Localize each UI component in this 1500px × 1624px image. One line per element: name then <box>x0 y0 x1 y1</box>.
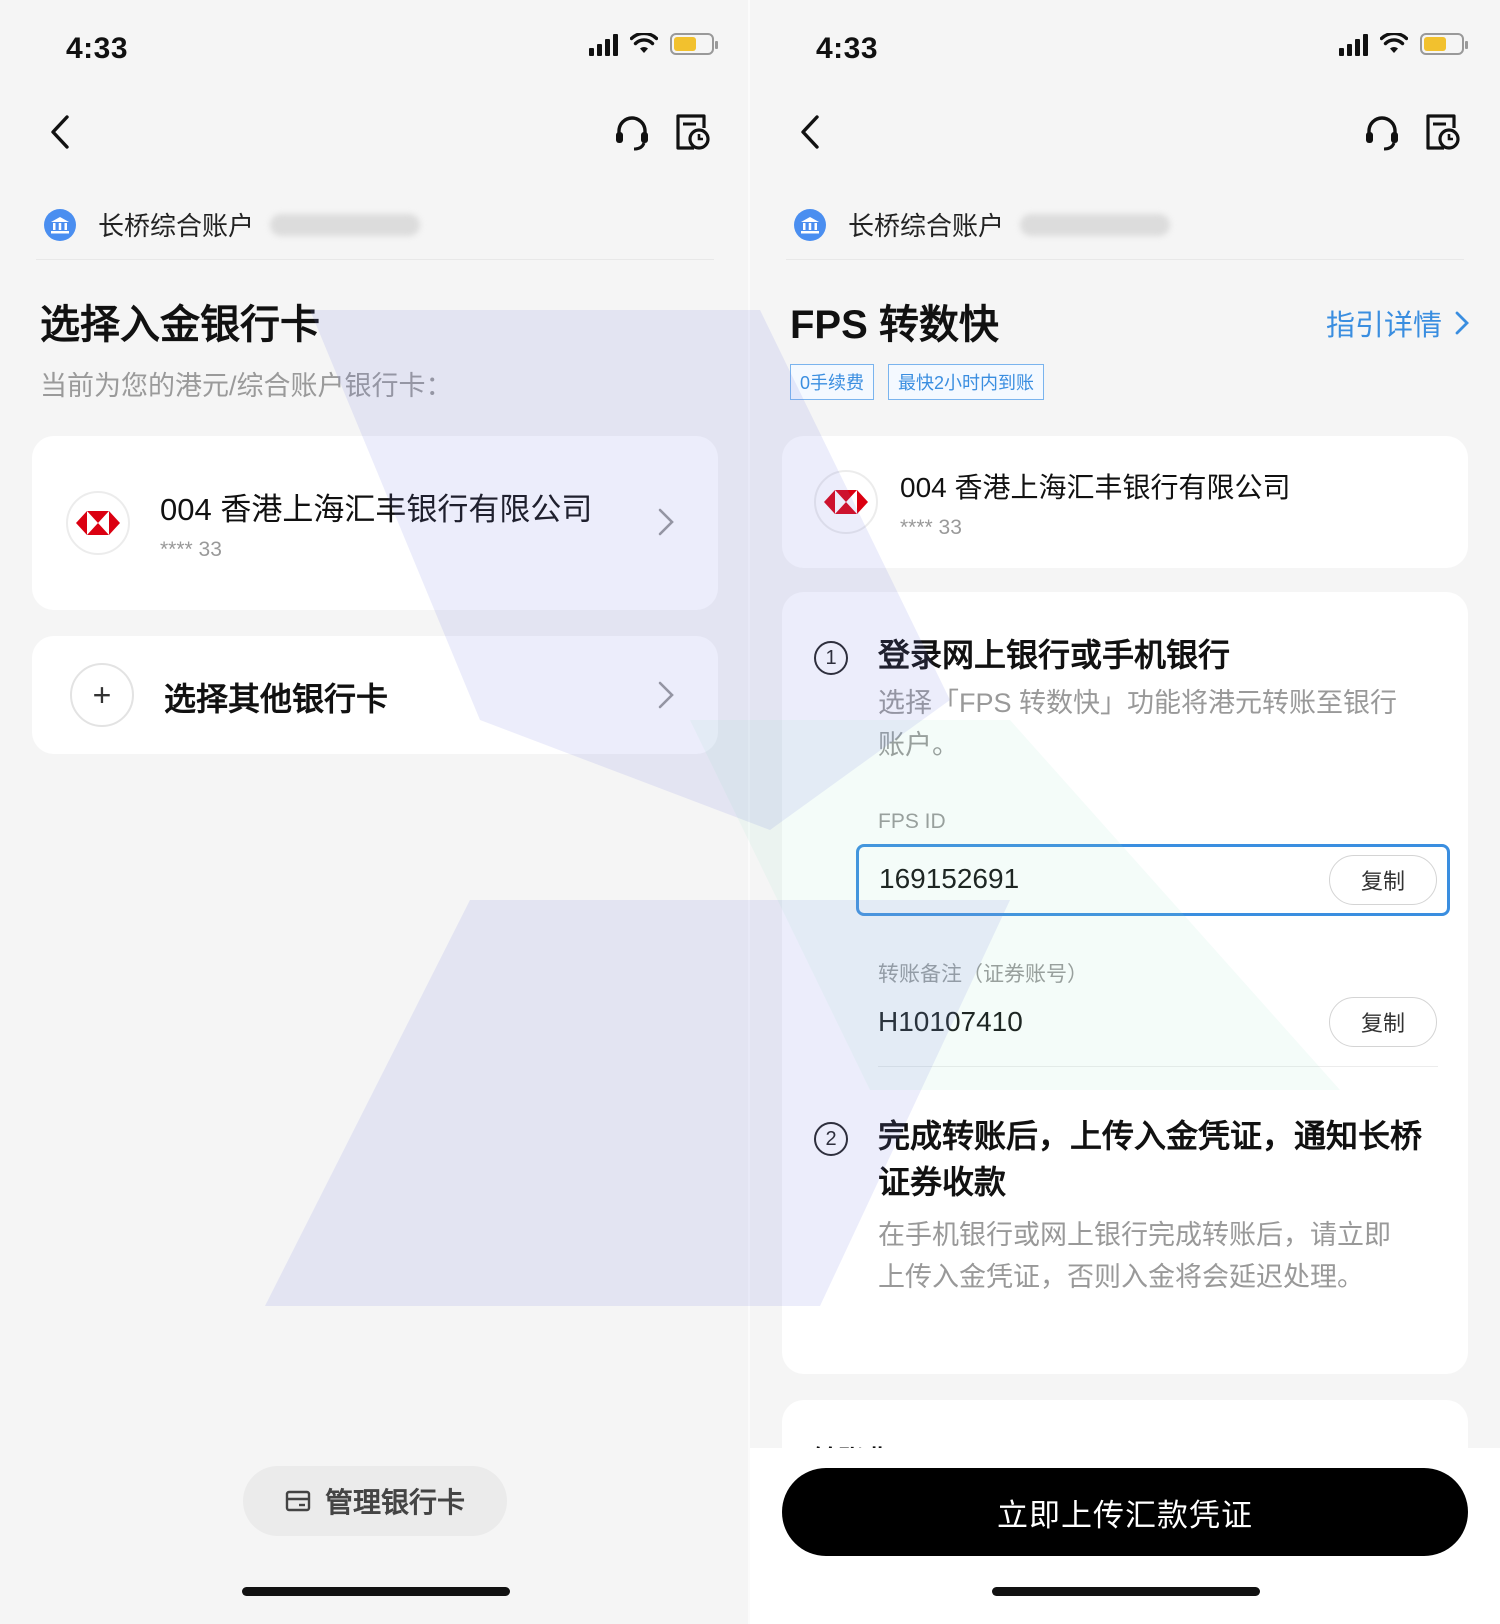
nav-bar <box>0 100 750 164</box>
step-1-desc-line2: 账户。 <box>878 730 959 760</box>
bank-name: 004 香港上海汇丰银行有限公司 <box>160 492 593 527</box>
manage-cards-button[interactable]: 管理银行卡 <box>243 1466 507 1536</box>
records-clock-icon <box>676 114 710 150</box>
wifi-icon <box>630 33 658 53</box>
bank-icon <box>794 208 826 241</box>
back-button[interactable] <box>790 110 830 154</box>
bank-icon <box>44 208 76 241</box>
remark-label: 转账备注（证券账号） <box>878 963 1088 986</box>
guide-details-label: 指引详情 <box>1325 310 1442 342</box>
page-title: FPS 转数快 <box>790 303 999 347</box>
chevron-left-icon <box>51 115 69 149</box>
records-clock-icon <box>1426 114 1460 150</box>
bank-card-number: **** 33 <box>160 538 222 561</box>
status-time: 4:33 <box>66 32 129 65</box>
step-1-title: 登录网上银行或手机银行 <box>878 637 1231 673</box>
select-other-label: 选择其他银行卡 <box>164 681 389 717</box>
step-2-title-line1: 完成转账后，上传入金凭证，通知长桥 <box>878 1118 1423 1154</box>
tag-no-fee: 0手续费 <box>790 364 875 400</box>
support-button[interactable] <box>1360 110 1404 154</box>
home-indicator <box>242 1587 510 1596</box>
bank-card-item[interactable]: 004 香港上海汇丰银行有限公司 **** 33 <box>32 436 718 610</box>
guide-details-link[interactable]: 指引详情 <box>1326 302 1470 344</box>
account-number-masked <box>1020 213 1171 236</box>
field-separator <box>878 1066 1438 1067</box>
step-2-number: 2 <box>814 1122 848 1156</box>
account-name: 长桥综合账户 <box>98 211 255 241</box>
upload-proof-button[interactable]: 立即上传汇款凭证 <box>782 1468 1468 1556</box>
account-row: 长桥综合账户 <box>786 190 1464 260</box>
fps-id-value: 169152691 <box>879 863 1020 894</box>
home-indicator <box>992 1587 1260 1596</box>
nav-bar <box>750 100 1500 164</box>
bank-name: 004 香港上海汇丰银行有限公司 <box>900 472 1291 503</box>
card-icon <box>285 1490 311 1512</box>
transfer-fee-title: 转账费用 <box>812 1440 916 1448</box>
status-icons <box>1339 32 1468 56</box>
status-icons <box>589 32 718 56</box>
step-1-desc-line1: 选择「FPS 转数快」功能将港元转账至银行 <box>878 688 1398 718</box>
fps-id-field[interactable]: 169152691 复制 <box>856 844 1450 916</box>
history-button[interactable] <box>670 110 714 154</box>
headset-icon <box>616 116 648 151</box>
chevron-right-icon <box>1455 311 1469 335</box>
tag-fast-arrival: 最快2小时内到账 <box>888 364 1045 400</box>
chevron-right-icon <box>658 681 674 709</box>
copy-remark-button[interactable]: 复制 <box>1329 997 1437 1047</box>
wifi-icon <box>1380 33 1408 53</box>
bank-card-number: **** 33 <box>900 516 962 539</box>
step-2-desc-line2: 上传入金凭证，否则入金将会延迟处理。 <box>878 1262 1364 1292</box>
left-screen: 4:33 长桥综合账户 选择入金银行卡 当前为您的港元/综合账户银行卡： 004… <box>0 0 750 1624</box>
battery-icon <box>1420 33 1468 55</box>
status-bar: 4:33 <box>750 22 1500 72</box>
headset-icon <box>1366 116 1398 151</box>
signal-icon <box>589 32 618 56</box>
status-time: 4:33 <box>816 32 879 65</box>
plus-icon: + <box>70 663 134 727</box>
chevron-right-icon <box>658 508 674 536</box>
hsbc-logo <box>814 470 878 534</box>
step-1-number: 1 <box>814 641 848 675</box>
back-button[interactable] <box>40 110 80 154</box>
support-button[interactable] <box>610 110 654 154</box>
select-other-card[interactable]: + 选择其他银行卡 <box>32 636 718 754</box>
step-2-title-line2: 证券收款 <box>878 1164 1007 1200</box>
page-title: 选择入金银行卡 <box>40 303 320 347</box>
remark-value: H10107410 <box>878 1006 1023 1037</box>
signal-icon <box>1339 32 1368 56</box>
right-screen: 4:33 长桥综合账户 FPS 转数快 指引详情 0手续费 最快2小时内到账 0… <box>750 0 1500 1624</box>
fps-id-label: FPS ID <box>878 810 946 833</box>
account-name: 长桥综合账户 <box>848 211 1005 241</box>
status-bar: 4:33 <box>0 22 750 72</box>
hsbc-logo <box>66 491 130 555</box>
account-row: 长桥综合账户 <box>36 190 714 260</box>
step-2-desc-line1: 在手机银行或网上银行完成转账后，请立即 <box>878 1220 1391 1250</box>
feature-tags: 0手续费 最快2小时内到账 <box>790 364 1045 400</box>
copy-fps-id-button[interactable]: 复制 <box>1329 855 1437 905</box>
manage-cards-label: 管理银行卡 <box>324 1487 465 1518</box>
account-number-masked <box>270 213 421 236</box>
instructions-card: 1 登录网上银行或手机银行 选择「FPS 转数快」功能将港元转账至银行 账户。 … <box>782 592 1468 1374</box>
page-subtitle: 当前为您的港元/综合账户银行卡： <box>40 371 453 401</box>
history-button[interactable] <box>1420 110 1464 154</box>
chevron-left-icon <box>801 115 819 149</box>
bottom-action-bar: 立即上传汇款凭证 <box>750 1448 1500 1624</box>
bank-card-item[interactable]: 004 香港上海汇丰银行有限公司 **** 33 <box>782 436 1468 568</box>
battery-icon <box>670 33 718 55</box>
